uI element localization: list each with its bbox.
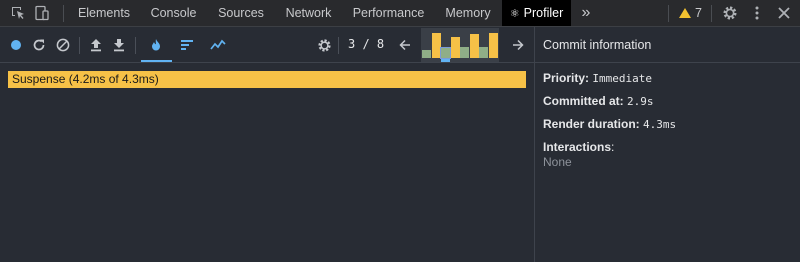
warnings-counter[interactable]: 7 — [679, 0, 702, 26]
tab-performance[interactable]: Performance — [344, 0, 433, 26]
flamegraph-node-suspense[interactable]: Suspense (4.2ms of 4.3ms) — [8, 71, 526, 88]
previous-commit-button[interactable] — [395, 35, 415, 55]
commit-bar[interactable] — [469, 34, 479, 58]
load-profile-button[interactable] — [86, 35, 106, 55]
commit-position: 3 / 8 — [348, 37, 385, 51]
record-button[interactable] — [6, 35, 26, 55]
settings-gear-icon[interactable] — [719, 3, 741, 23]
priority-value: Immediate — [592, 72, 652, 85]
tab-bar-divider — [63, 5, 64, 22]
clear-profiling-data-button[interactable] — [53, 35, 73, 55]
tab-elements[interactable]: Elements — [70, 0, 138, 26]
commit-bar[interactable] — [460, 47, 469, 58]
inspect-element-icon[interactable] — [7, 3, 29, 23]
tab-elements-label: Elements — [77, 6, 131, 20]
warnings-count: 7 — [695, 6, 702, 20]
tab-console[interactable]: Console — [142, 0, 205, 26]
render-duration-label: Render duration — [543, 117, 636, 131]
flamegraph-area: Suspense (4.2ms of 4.3ms) — [0, 64, 534, 262]
warning-icon — [679, 8, 691, 18]
priority-row: Priority: Immediate — [543, 71, 793, 94]
tab-console-label: Console — [150, 6, 197, 20]
commit-info-panel: Priority: Immediate Committed at: 2.9s R… — [543, 71, 793, 169]
commit-bar[interactable] — [431, 33, 441, 58]
upload-icon — [91, 39, 101, 52]
tab-performance-label: Performance — [352, 6, 425, 20]
toolbar-divider — [135, 37, 136, 54]
interactions-chart-button[interactable] — [208, 35, 228, 55]
reload-icon — [33, 39, 45, 51]
flame-icon — [152, 39, 160, 51]
toolbar-divider — [338, 37, 339, 54]
arrow-right-icon — [513, 39, 524, 51]
tab-bar-divider — [668, 5, 669, 22]
download-icon — [114, 39, 124, 52]
interactions-icon — [210, 39, 226, 50]
render-duration-row: Render duration: 4.3ms — [543, 117, 793, 140]
commit-bar[interactable] — [488, 33, 498, 58]
commit-info-header: Commit information — [535, 27, 800, 63]
ranked-icon — [181, 40, 193, 50]
tab-sources[interactable]: Sources — [209, 0, 273, 26]
label-colon: : — [611, 140, 615, 154]
more-tabs-icon: » — [581, 4, 591, 21]
profiler-settings-button[interactable] — [314, 35, 334, 55]
device-toolbar-icon[interactable] — [31, 3, 53, 23]
tab-profiler[interactable]: ⚛ Profiler — [502, 0, 571, 26]
interactions-value: None — [543, 155, 572, 169]
tab-profiler-label: Profiler — [523, 6, 564, 20]
commit-selector-chart[interactable] — [421, 28, 499, 62]
tab-network-label: Network — [285, 6, 332, 20]
ranked-chart-button[interactable] — [177, 35, 197, 55]
profiler-toolbar: 3 / 8 — [0, 27, 534, 63]
tab-memory[interactable]: Memory — [437, 0, 499, 26]
priority-label: Priority — [543, 71, 586, 85]
close-devtools-icon[interactable] — [773, 3, 795, 23]
settings-gear-icon — [317, 38, 331, 52]
label-colon: : — [585, 71, 590, 85]
arrow-left-icon — [399, 39, 410, 51]
toolbar-divider — [79, 37, 80, 54]
commit-info-title: Commit information — [543, 37, 652, 52]
clear-icon — [56, 38, 70, 52]
tab-memory-label: Memory — [445, 6, 491, 20]
more-tabs-button[interactable]: » — [575, 0, 597, 26]
commit-bar[interactable] — [450, 37, 460, 58]
flamegraph-chart-button[interactable] — [146, 35, 166, 55]
render-duration-value: 4.3ms — [643, 118, 677, 131]
committed-at-value: 2.9s — [627, 95, 654, 108]
tab-network[interactable]: Network — [277, 0, 340, 26]
commit-bar[interactable] — [479, 47, 488, 58]
commit-bar[interactable] — [440, 47, 451, 59]
record-icon — [11, 40, 21, 50]
tab-sources-label: Sources — [218, 6, 264, 20]
committed-at-row: Committed at: 2.9s — [543, 94, 793, 117]
interactions-label: Interactions — [543, 140, 612, 154]
react-atom-icon: ⚛ — [509, 7, 520, 20]
customize-menu-icon[interactable] — [746, 3, 768, 23]
commit-bar[interactable] — [422, 50, 431, 58]
tab-bar-divider — [711, 5, 712, 22]
save-profile-button[interactable] — [109, 35, 129, 55]
next-commit-button[interactable] — [508, 35, 528, 55]
label-colon: : — [619, 94, 624, 108]
selected-commit-marker — [441, 59, 450, 62]
committed-at-label: Committed at — [543, 94, 620, 108]
label-colon: : — [635, 117, 640, 131]
active-view-indicator — [141, 60, 172, 62]
reload-and-profile-button[interactable] — [29, 35, 49, 55]
devtools-tab-bar: Elements Console Sources Network Perform… — [0, 0, 800, 27]
